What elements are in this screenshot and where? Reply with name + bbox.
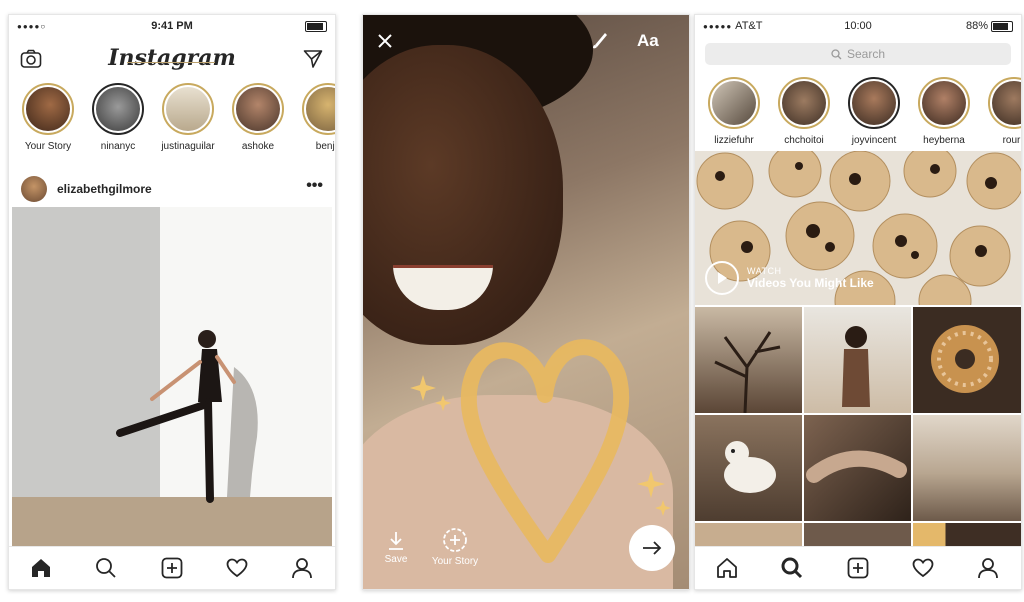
story-label: ashoke	[241, 141, 275, 152]
bottom-navigation	[9, 546, 335, 589]
photo-tile-woman-beach[interactable]	[804, 307, 911, 413]
story-item[interactable]: chchoitoi	[771, 77, 837, 146]
status-time: 10:00	[844, 20, 872, 32]
story-item[interactable]: ashoke	[225, 83, 291, 152]
story-item[interactable]: justinaguilar	[155, 83, 221, 152]
photo-tile-donut[interactable]	[913, 307, 1021, 413]
photo-tile-lying-person[interactable]	[804, 415, 911, 521]
profile-icon[interactable]	[270, 547, 334, 589]
story-item[interactable]: joyvincent	[841, 77, 907, 146]
text-tool-button[interactable]: Aa	[637, 31, 659, 51]
logo-underline	[127, 62, 215, 63]
story-item[interactable]: lizziefuhr	[701, 77, 767, 146]
battery-icon	[991, 20, 1013, 32]
post-photo[interactable]	[12, 207, 332, 549]
signal-icon: ●●●●●	[703, 21, 733, 31]
stories-tray: Your Story ninanyc justinaguilar ashoke …	[9, 83, 335, 169]
story-label: rourk	[1002, 135, 1021, 146]
story-label: benjir	[315, 141, 335, 152]
story-label: joyvincent	[851, 135, 897, 146]
add-post-icon[interactable]	[826, 547, 890, 589]
save-button[interactable]: Save	[381, 531, 411, 565]
bottom-navigation	[695, 546, 1021, 589]
profile-icon[interactable]	[956, 547, 1020, 589]
heart-icon[interactable]	[205, 547, 269, 589]
story-label: Your Story	[24, 141, 72, 152]
watch-overlay[interactable]: WATCH Videos You Might Like	[705, 261, 874, 295]
arrow-right-icon	[643, 541, 662, 555]
explore-grid: WATCH Videos You Might Like	[695, 151, 1021, 551]
search-icon	[831, 48, 842, 59]
more-options-icon[interactable]: •••	[306, 177, 323, 195]
story-item[interactable]: ninanyc	[85, 83, 151, 152]
battery-percent: 88%	[965, 20, 988, 32]
status-bar: ●●●●● AT&T 10:00 88%	[695, 15, 1021, 37]
your-story-button[interactable]: Your Story	[427, 527, 483, 567]
story-label: lizziefuhr	[714, 135, 754, 146]
instagram-logo: Instagram	[108, 45, 236, 71]
search-icon[interactable]	[74, 547, 138, 589]
story-label: chchoitoi	[784, 135, 824, 146]
search-icon[interactable]	[760, 547, 824, 589]
carrier-name: AT&T	[735, 20, 763, 32]
heart-icon[interactable]	[891, 547, 955, 589]
direct-message-icon[interactable]	[299, 45, 327, 73]
photo-tile-landscape[interactable]	[913, 415, 1021, 521]
search-placeholder: Search	[846, 47, 886, 61]
story-item[interactable]: benjir	[295, 83, 335, 152]
story-label: justinaguilar	[161, 141, 215, 152]
watch-title: Videos You Might Like	[747, 276, 874, 290]
story-item[interactable]: Your Story	[15, 83, 81, 152]
story-label: heyberna	[923, 135, 965, 146]
status-time: 9:41 PM	[151, 20, 193, 32]
camera-icon[interactable]	[17, 45, 45, 73]
home-icon[interactable]	[9, 547, 73, 589]
video-tile[interactable]: WATCH Videos You Might Like	[695, 151, 1021, 305]
battery-icon	[305, 20, 327, 32]
post-header: elizabethgilmore •••	[9, 171, 335, 207]
add-post-icon[interactable]	[140, 547, 204, 589]
close-icon[interactable]	[373, 29, 397, 53]
save-label: Save	[384, 554, 408, 565]
signal-icon: ●●●●○	[17, 21, 47, 31]
top-bar: Instagram	[9, 37, 335, 81]
story-item[interactable]: heyberna	[911, 77, 977, 146]
photo-tile-dog[interactable]	[695, 415, 802, 521]
story-label: ninanyc	[100, 141, 136, 152]
add-story-icon	[443, 528, 467, 552]
watch-kicker: WATCH	[747, 266, 782, 276]
next-button[interactable]	[629, 525, 675, 571]
search-bar[interactable]: Search	[705, 43, 1011, 65]
download-icon	[389, 532, 403, 550]
your-story-label: Your Story	[431, 556, 479, 567]
photo-tile-bare-tree[interactable]	[695, 307, 802, 413]
explore-screen: ●●●●● AT&T 10:00 88% Search lizziefuhr c…	[694, 14, 1022, 590]
home-icon[interactable]	[695, 547, 759, 589]
story-item[interactable]: rourk	[981, 77, 1021, 146]
brush-icon[interactable]	[587, 27, 613, 53]
post-username[interactable]: elizabethgilmore	[57, 182, 152, 196]
feed-screen: ●●●●○ 9:41 PM Instagram Your Story ninan…	[8, 14, 336, 590]
post-avatar[interactable]	[21, 176, 47, 202]
story-camera-screen: Aa Save Your Story	[362, 14, 690, 590]
play-icon[interactable]	[705, 261, 739, 295]
status-bar: ●●●●○ 9:41 PM	[9, 15, 335, 37]
heart-doodle	[410, 339, 671, 563]
